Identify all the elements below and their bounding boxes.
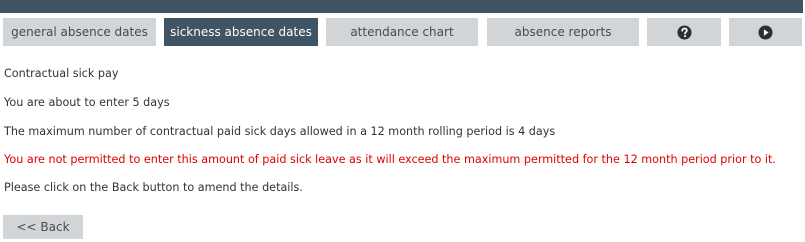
contractual-sick-pay-heading: Contractual sick pay <box>4 67 119 80</box>
play-icon <box>758 24 773 40</box>
help-button[interactable] <box>647 18 721 46</box>
maximum-days-text: The maximum number of contractual paid s… <box>4 125 556 138</box>
tab-general-absence-dates[interactable]: general absence dates <box>3 18 156 46</box>
top-nav-bar <box>0 0 803 13</box>
days-entered-text: You are about to enter 5 days <box>4 96 170 109</box>
tab-sickness-absence-dates[interactable]: sickness absence dates <box>164 18 318 46</box>
back-button[interactable]: << Back <box>3 215 83 239</box>
error-message: You are not permitted to enter this amou… <box>4 153 776 166</box>
tab-attendance-chart[interactable]: attendance chart <box>326 18 478 46</box>
tab-absence-reports[interactable]: absence reports <box>487 18 639 46</box>
play-button[interactable] <box>729 18 802 46</box>
help-icon <box>676 24 692 40</box>
instruction-text: Please click on the Back button to amend… <box>4 181 303 194</box>
